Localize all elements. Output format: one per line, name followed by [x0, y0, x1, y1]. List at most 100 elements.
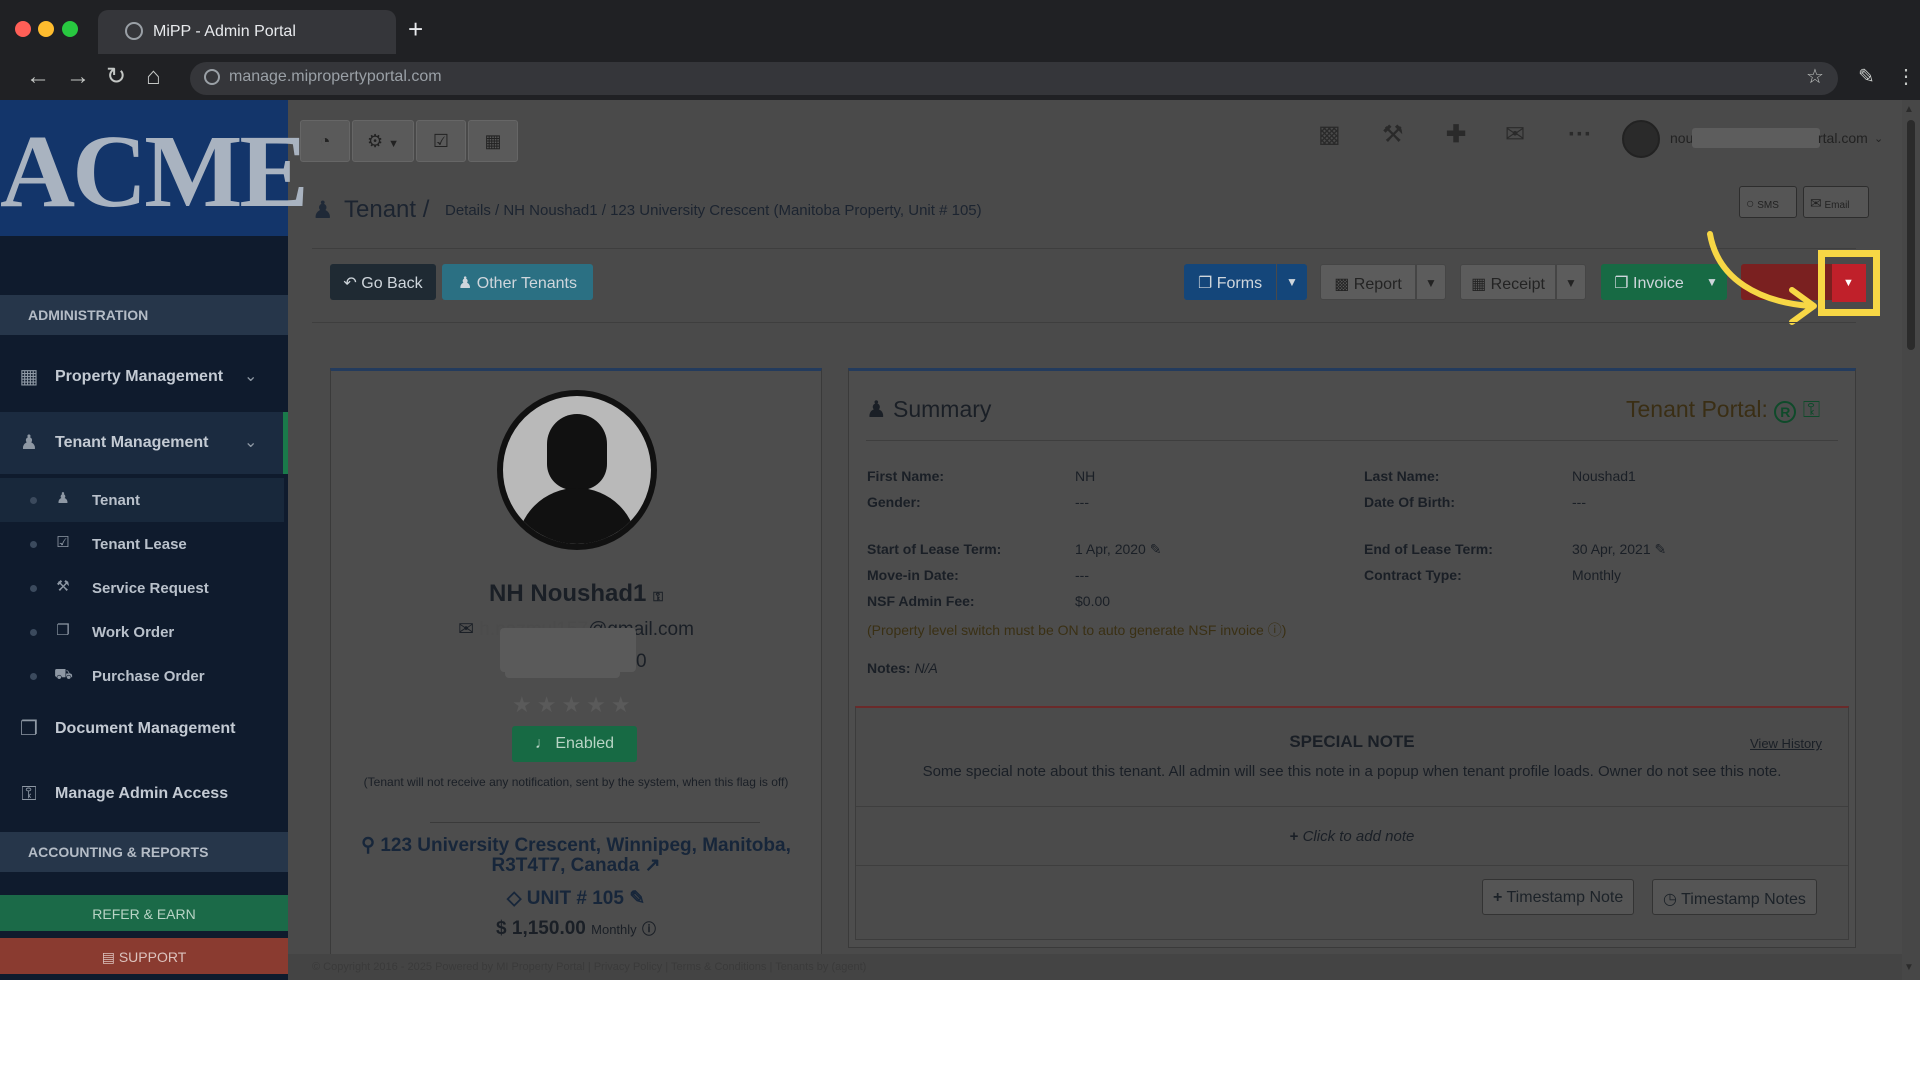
nsf-fee-value: $0.00 [1075, 593, 1111, 609]
info-icon[interactable]: ⓘ [1268, 622, 1282, 638]
rent-amount: $ 1,150.00 [496, 918, 586, 939]
add-note-link[interactable]: + Click to add note [856, 828, 1848, 845]
user-email-suffix[interactable]: rtal.com [1818, 130, 1868, 146]
forms-dropdown-toggle[interactable]: ▼ [1277, 264, 1307, 300]
url-text[interactable]: manage.mipropertyportal.com [229, 68, 442, 86]
browser-menu-icon[interactable]: ⋮ [1896, 65, 1916, 89]
caret-down-icon: ▼ [1565, 276, 1577, 290]
caret-down-icon: ▼ [1425, 276, 1437, 290]
edit-icon[interactable]: ✎ [1150, 541, 1162, 557]
view-history-link[interactable]: View History [1750, 736, 1822, 751]
user-icon: ♟ [866, 396, 887, 422]
sidebar-subitem-tenant-lease[interactable]: ☑ Tenant Lease [0, 522, 284, 566]
timestamp-notes-button[interactable]: ◷ Timestamp Notes [1652, 879, 1817, 915]
calculator-button[interactable]: ▦ [468, 120, 518, 162]
danger-dropdown-toggle[interactable]: ▼ [1832, 264, 1866, 302]
refer-earn-button[interactable]: REFER & EARN [0, 895, 288, 931]
info-icon[interactable]: ⓘ [642, 921, 656, 937]
user-email-prefix[interactable]: nou [1670, 130, 1693, 146]
caret-down-icon: ▼ [1843, 277, 1854, 289]
logo[interactable]: ACME [0, 100, 309, 236]
dashboard-button[interactable]: ◔ [300, 120, 350, 162]
timestamp-note-button[interactable]: + Timestamp Note [1482, 879, 1635, 915]
go-back-button[interactable]: ↶ Go Back [330, 264, 436, 300]
back-icon[interactable]: ← [26, 65, 50, 89]
close-window-button[interactable] [15, 21, 31, 37]
breadcrumb-separator: / [422, 196, 430, 223]
gender-label: Gender: [867, 494, 921, 510]
calendar-check-icon: ☑ [432, 131, 450, 151]
lease-end-value: 30 Apr, 2021 ✎ [1572, 541, 1666, 558]
new-tab-button[interactable]: + [408, 16, 423, 42]
scroll-up-icon[interactable]: ▲ [1904, 104, 1914, 115]
unit-text: UNIT # 105 [526, 888, 624, 909]
first-name-value: NH [1075, 468, 1096, 484]
sidebar-subitem-work-order[interactable]: ❐ Work Order [0, 610, 284, 654]
maximize-window-button[interactable] [62, 21, 78, 37]
user-email-redacted [1692, 128, 1820, 148]
reload-icon[interactable]: ↻ [106, 65, 126, 89]
minimize-window-button[interactable] [38, 21, 54, 37]
notes-label: Notes: N/A [867, 660, 938, 676]
bar-chart-icon[interactable]: ▩ [1318, 122, 1341, 148]
email-button[interactable]: ✉ Email [1803, 186, 1869, 218]
calendar-button[interactable]: ☑ [416, 120, 466, 162]
support-button[interactable]: ▤ SUPPORT [0, 938, 288, 974]
forward-icon[interactable]: → [66, 65, 90, 89]
other-tenants-button[interactable]: ♟ Other Tenants [442, 264, 593, 300]
truck-icon: ⛟ [54, 666, 73, 683]
dob-label: Date Of Birth: [1364, 494, 1455, 510]
page-title-text: Tenant [344, 196, 417, 223]
wrench-icon[interactable]: ⚒ [1382, 122, 1404, 148]
report-dropdown-toggle[interactable]: ▼ [1416, 264, 1446, 300]
enabled-toggle[interactable]: ♩ Enabled [512, 726, 637, 762]
invoice-button[interactable]: ❐ Invoice [1601, 264, 1697, 300]
registered-badge-icon[interactable]: R [1774, 401, 1797, 423]
plus-icon[interactable]: ✚ [1446, 122, 1466, 148]
user-avatar[interactable] [1622, 120, 1660, 158]
sidebar-item-document-management[interactable]: ❐ Document Management [0, 698, 288, 760]
bookmark-star-icon[interactable]: ☆ [1806, 65, 1824, 89]
sms-button[interactable]: ○ SMS [1739, 186, 1797, 218]
bullet-icon [30, 497, 37, 504]
lease-end-date: 30 Apr, 2021 [1572, 541, 1651, 557]
sidebar-subitem-label: Work Order [92, 624, 175, 641]
sidebar-item-tenant-management[interactable]: ♟ Tenant Management ⌄ [0, 412, 288, 474]
section-accounting-reports: ACCOUNTING & REPORTS [0, 832, 288, 872]
unlock-icon[interactable]: ⚿ [1803, 396, 1821, 422]
add-note-label: Click to add note [1302, 828, 1415, 845]
settings-dropdown-button[interactable]: ⚙ ▼ [352, 120, 414, 162]
sidebar-subitem-tenant[interactable]: ♟ Tenant [0, 478, 284, 522]
sidebar-item-property-management[interactable]: ▦ Property Management ⌄ [0, 346, 288, 408]
site-info-icon[interactable] [204, 69, 220, 85]
support-label: SUPPORT [118, 949, 187, 965]
rating-stars[interactable]: ★★★★★ [512, 692, 636, 718]
extensions-icon[interactable]: ✎ [1858, 65, 1875, 89]
receipt-dropdown-toggle[interactable]: ▼ [1556, 264, 1586, 300]
external-link-icon[interactable]: ↗ [645, 855, 661, 876]
profile-avatar[interactable] [497, 390, 657, 550]
bullet-icon [30, 541, 37, 548]
sidebar-subitem-purchase-order[interactable]: ⛟ Purchase Order [0, 654, 284, 698]
forms-button[interactable]: ❐ Forms [1184, 264, 1276, 300]
home-icon[interactable]: ⌂ [146, 65, 161, 89]
scrollbar-thumb[interactable] [1907, 120, 1915, 350]
more-icon[interactable]: ··· [1568, 122, 1592, 148]
scroll-down-icon[interactable]: ▼ [1904, 962, 1914, 973]
breadcrumb[interactable]: Details / NH Noushad1 / 123 University C… [445, 202, 982, 219]
edit-icon[interactable]: ✎ [629, 888, 645, 909]
rent-period: Monthly [591, 922, 637, 937]
sidebar-item-manage-admin-access[interactable]: ⚿ Manage Admin Access [0, 763, 288, 825]
receipt-button[interactable]: ▦ Receipt [1460, 264, 1556, 300]
calculator-icon: ▦ [484, 131, 502, 151]
tenant-unit: ◇ UNIT # 105 ✎ [330, 887, 822, 910]
key-icon: ⚿ [21, 783, 37, 805]
user-chevron-down-icon[interactable]: ⌄ [1874, 132, 1883, 145]
report-label: Report [1353, 276, 1402, 293]
report-button[interactable]: ▩ Report [1320, 264, 1416, 300]
key-icon[interactable]: ⚿ [653, 589, 663, 604]
sidebar-subitem-service-request[interactable]: ⚒ Service Request [0, 566, 284, 610]
edit-icon[interactable]: ✎ [1655, 541, 1667, 557]
envelope-icon[interactable]: ✉ [1505, 122, 1525, 148]
contract-type-label: Contract Type: [1364, 567, 1462, 583]
